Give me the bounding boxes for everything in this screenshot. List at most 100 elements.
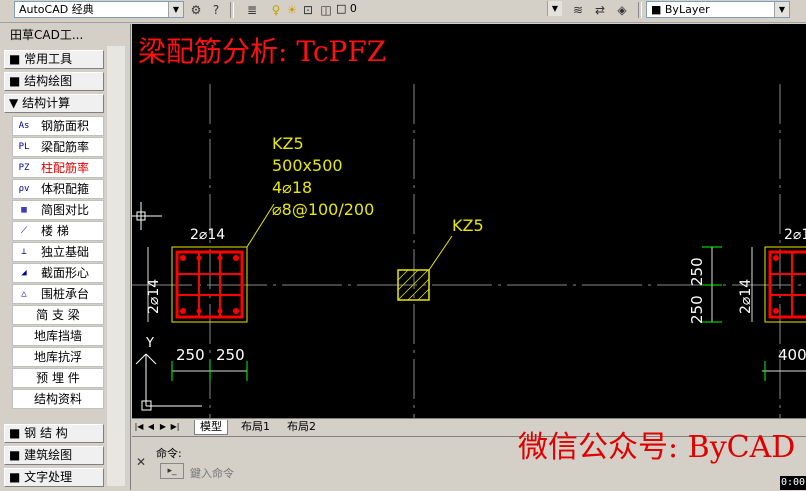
category-common-tools[interactable]: ■ 常用工具 [4,50,104,69]
command-input[interactable]: 鍵入命令 [190,465,234,481]
ucs-y-label: Y [146,336,154,351]
dim-right-text: 250 [216,346,245,364]
sun-icon[interactable]: ☀ [284,2,300,18]
pz-icon: PZ [18,163,30,173]
category-steel-structure[interactable]: ■ 钢 结 构 [4,424,104,443]
rebar-dot [196,255,202,261]
collapse-marker-icon: ■ [9,470,21,484]
dim-vert-bottom-text: 250 [688,295,706,324]
category-label: 建筑绘图 [24,448,73,462]
video-timestamp: 0:00 [780,476,806,490]
category-label: 常用工具 [24,52,73,66]
tool-label: 截面形心 [41,266,90,280]
close-icon[interactable]: ✕ [136,455,146,469]
rebar-dot [196,308,202,314]
dim-left-text: 250 [176,346,205,364]
layer-checkbox[interactable]: □ [336,2,350,15]
panel-scrollbar[interactable] [107,46,125,486]
lock-icon[interactable]: ⊡ [300,2,316,18]
last-tab-icon[interactable]: ▶| [170,420,180,433]
tool-label: 预 埋 件 [36,371,80,385]
category-text-processing[interactable]: ■ 文字处理 [4,468,104,487]
tool-section-centroid[interactable]: ◢ 截面形心 [12,263,104,283]
column1-label: KZ5 500x500 4⌀18 ⌀8@100/200 [272,133,374,221]
category-label: 钢 结 构 [24,426,68,440]
lightbulb-icon[interactable]: ♀ [268,2,284,18]
tool-label: 地库抗浮 [33,350,82,364]
category-label: 结构计算 [22,96,71,110]
category-structure-calc[interactable]: ▼ 结构计算 [4,94,104,113]
expand-marker-icon: ▼ [9,96,19,110]
category-label: 结构绘图 [24,74,73,88]
tool-isolated-footing[interactable]: ⊥ 独立基础 [12,242,104,262]
tool-column-ratio[interactable]: PZ 柱配筋率 [12,158,104,178]
category-structure-drawing[interactable]: ■ 结构绘图 [4,72,104,91]
drawing-canvas[interactable]: 梁配筋分析: TcPFZ KZ5 500x500 4⌀18 ⌀8@100/200… [132,24,806,418]
tool-label: 结构资料 [33,392,82,406]
top-toolbar: AutoCAD 经典 ▼ ⚙ ? ≣ ♀ ☀ ⊡ ◫ □ 0 ▼ ≋ ⇄ ◈ ■… [0,0,806,23]
layer-state-icon[interactable]: ◈ [614,2,630,18]
toolbar-divider [230,2,234,18]
rebar-side-right-label: 2⌀14 [738,278,754,314]
tool-retaining-wall[interactable]: 地库挡墙 [12,326,104,346]
rebar-top-label: 2⌀14 [190,227,226,243]
first-tab-icon[interactable]: |◀ [134,420,144,433]
workspace-value: AutoCAD 经典 [19,3,94,16]
column-name-text: KZ5 [272,134,304,153]
layer-previous-icon[interactable]: ⇄ [592,2,608,18]
dim-vert-top-text: 250 [688,257,706,286]
tool-label: 简图对比 [41,203,90,217]
gear-icon[interactable]: ⚙ [188,2,204,18]
tool-label: 独立基础 [41,245,90,259]
tab-layout2[interactable]: 布局2 [282,420,321,434]
tool-label: 简 支 梁 [36,308,80,322]
tool-pile-cap[interactable]: △ 围桩承台 [12,284,104,304]
linetype-dropdown[interactable]: ■ ByLayer ▼ [646,1,790,18]
category-architecture[interactable]: ■ 建筑绘图 [4,446,104,465]
column2-leader [428,235,453,271]
grid-icon: ▦ [21,205,27,215]
column-size-text: 500x500 [272,156,343,175]
tool-anti-float[interactable]: 地库抗浮 [12,347,104,367]
layer-color-icon[interactable]: ◫ [318,2,334,18]
tool-rebar-area[interactable]: As 钢筋面积 [12,116,104,136]
column2-label: KZ5 [452,216,484,235]
pl-icon: PL [18,142,30,152]
tool-stairs[interactable]: ⟋ 楼 梯 [12,221,104,241]
dim-400-text: 400 [778,346,806,364]
tool-volume-stirrup[interactable]: ρv 体积配箍 [12,179,104,199]
tool-embedded-part[interactable]: 预 埋 件 [12,368,104,388]
column-stirrup-text: ⌀8@100/200 [272,200,375,219]
next-tab-icon[interactable]: ▶ [158,420,168,433]
tool-label: 梁配筋率 [41,140,90,154]
rebar-dot [180,255,186,261]
prev-tab-icon[interactable]: ◀ [146,420,156,433]
tool-label: 体积配箍 [41,182,90,196]
rebar-dot [180,308,186,314]
stairs-icon: ⟋ [20,226,28,236]
rebar-dot [217,308,223,314]
linetype-value: ByLayer [664,3,710,16]
rebar-top-right-label: 2⌀1 [784,227,806,243]
layer-manager-icon[interactable]: ≣ [244,2,260,18]
tool-beam-ratio[interactable]: PL 梁配筋率 [12,137,104,157]
tool-diagram-compare[interactable]: ▦ 简图对比 [12,200,104,220]
tool-label: 楼 梯 [41,224,69,238]
workspace-dropdown[interactable]: AutoCAD 经典 ▼ [14,1,184,18]
tab-model[interactable]: 模型 [194,420,228,435]
make-current-icon[interactable]: ≋ [570,2,586,18]
tool-label: 地库挡墙 [33,329,82,343]
tool-label: 围桩承台 [41,287,90,301]
rebar-dot [217,255,223,261]
linetype-swatch: ■ [651,3,665,16]
command-menu-icon[interactable]: ▸_ [160,463,184,479]
help-icon[interactable]: ? [208,2,224,18]
rebar-dot [233,255,239,261]
tab-layout1[interactable]: 布局1 [236,420,275,434]
triangle-icon: △ [21,289,27,299]
column-rebar-text: 4⌀18 [272,178,313,197]
as-icon: As [18,121,30,131]
tool-simple-beam[interactable]: 简 支 梁 [12,305,104,325]
layer-dropdown[interactable]: □ 0 ▼ [334,1,562,18]
tool-structure-data[interactable]: 结构资料 [12,389,104,409]
